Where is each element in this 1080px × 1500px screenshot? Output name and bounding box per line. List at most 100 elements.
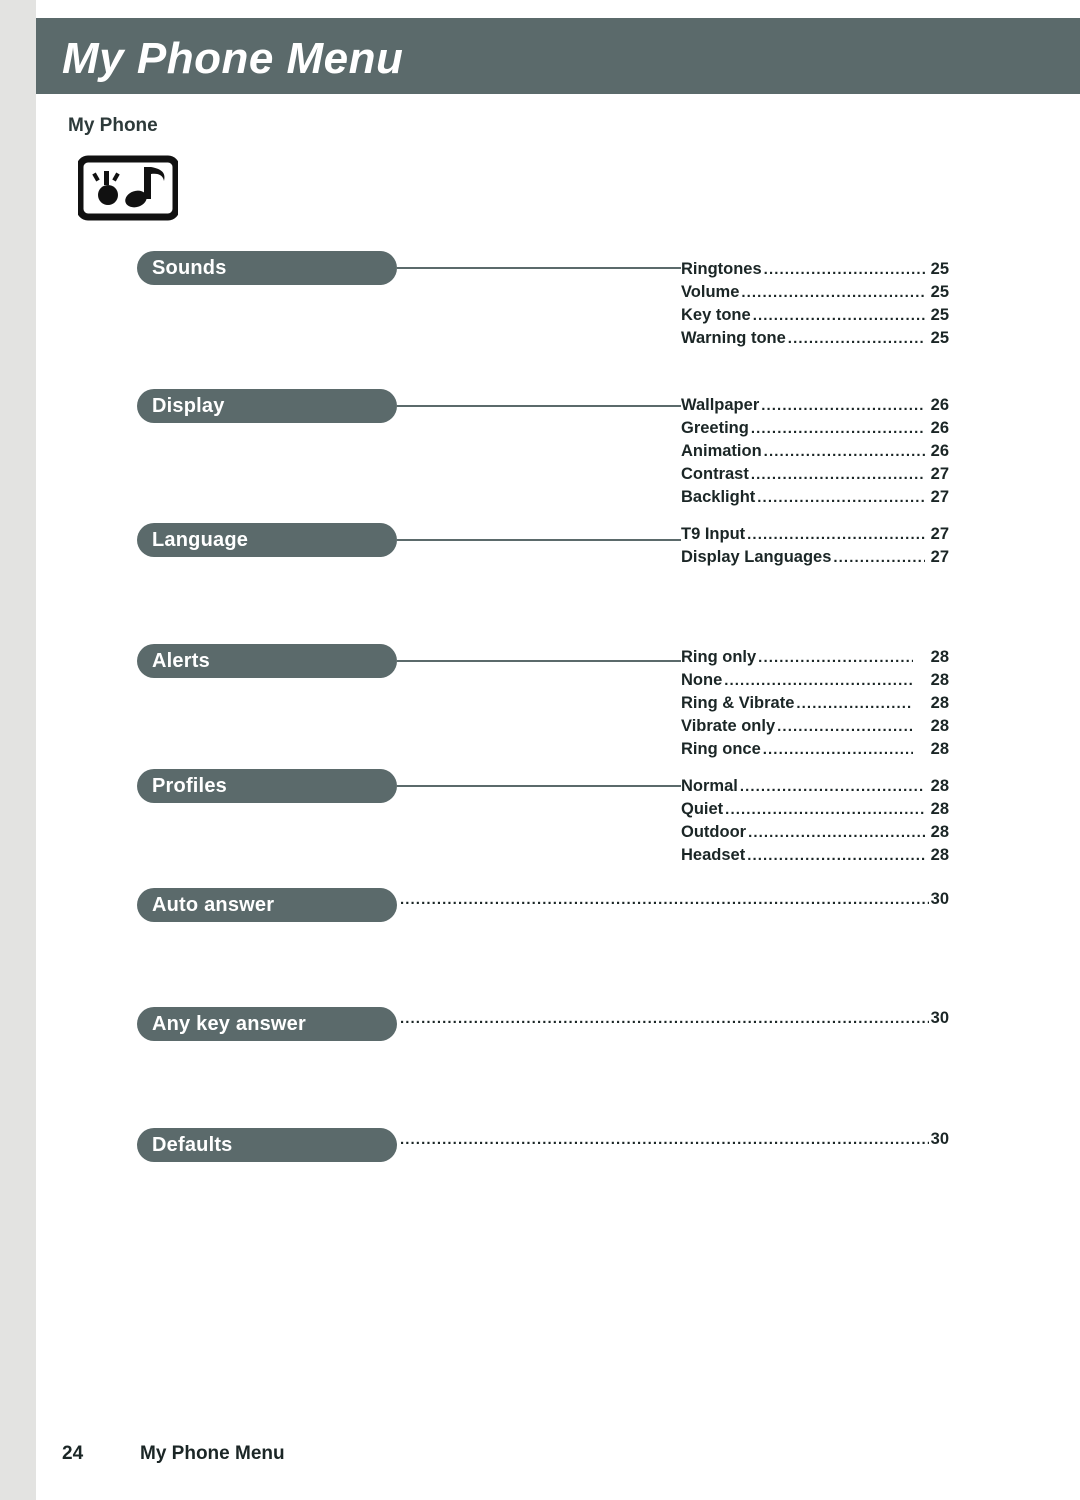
footer-title: My Phone Menu bbox=[140, 1443, 285, 1464]
submenu-item-label: T9 Input bbox=[681, 525, 746, 543]
leader-dots: ........................................… bbox=[400, 1010, 929, 1027]
submenu-item[interactable]: Volume .................................… bbox=[681, 283, 949, 306]
menu-pill-page: 30 bbox=[930, 890, 949, 908]
submenu-item[interactable]: Ring once ..............................… bbox=[681, 740, 949, 763]
submenu-item[interactable]: Headset ................................… bbox=[681, 846, 949, 869]
connector-line-display bbox=[397, 405, 681, 407]
submenu-item[interactable]: Greeting ...............................… bbox=[681, 419, 949, 442]
submenu-list-display: Wallpaper ..............................… bbox=[681, 396, 949, 511]
submenu-item-page: 28 bbox=[930, 846, 949, 864]
leader-row-auto-answer: ........................................… bbox=[400, 890, 949, 909]
submenu-item[interactable]: Warning tone ...........................… bbox=[681, 329, 949, 352]
leader-dots: ........................................… bbox=[724, 672, 913, 689]
submenu-list-profiles: Normal .................................… bbox=[681, 777, 949, 869]
menu-pill-display[interactable]: Display bbox=[137, 389, 397, 423]
leader-row-any-key-answer: ........................................… bbox=[400, 1009, 949, 1028]
leader-dots: ........................................… bbox=[400, 1131, 929, 1148]
menu-pill-auto-answer[interactable]: Auto answer bbox=[137, 888, 397, 922]
submenu-item-page: 28 bbox=[930, 800, 949, 818]
submenu-item-page: 25 bbox=[930, 283, 949, 301]
submenu-item[interactable]: Animation ..............................… bbox=[681, 442, 949, 465]
submenu-item-label: Quiet bbox=[681, 800, 724, 818]
leader-dots: ........................................… bbox=[763, 443, 925, 460]
menu-pill-defaults[interactable]: Defaults bbox=[137, 1128, 397, 1162]
submenu-item[interactable]: Vibrate only ...........................… bbox=[681, 717, 949, 740]
submenu-item-label: Greeting bbox=[681, 419, 749, 437]
submenu-item-label: Wallpaper bbox=[681, 396, 760, 414]
leader-dots: ........................................… bbox=[748, 824, 925, 841]
submenu-list-sounds: Ringtones ..............................… bbox=[681, 260, 949, 352]
menu-pill-page: 30 bbox=[930, 1009, 949, 1027]
submenu-list-language: T9 Input ...............................… bbox=[681, 525, 949, 571]
phone-with-note-icon bbox=[76, 155, 180, 221]
submenu-item-page: 26 bbox=[930, 396, 949, 414]
submenu-item-page: 28 bbox=[930, 671, 949, 689]
submenu-item[interactable]: Contrast ...............................… bbox=[681, 465, 949, 488]
submenu-item-page: 27 bbox=[930, 525, 949, 543]
submenu-item-page: 27 bbox=[930, 488, 949, 506]
leader-dots: ........................................… bbox=[741, 284, 925, 301]
submenu-item-label: Outdoor bbox=[681, 823, 747, 841]
submenu-item-page: 26 bbox=[930, 419, 949, 437]
leader-dots: ........................................… bbox=[757, 489, 925, 506]
menu-pill-any-key-answer[interactable]: Any key answer bbox=[137, 1007, 397, 1041]
menu-pill-label: Defaults bbox=[152, 1133, 233, 1156]
submenu-list-alerts: Ring only ..............................… bbox=[681, 648, 949, 763]
leader-dots: ........................................… bbox=[752, 307, 925, 324]
leader-dots: ........................................… bbox=[747, 847, 925, 864]
submenu-item-page: 28 bbox=[930, 648, 949, 666]
menu-pill-label: Auto answer bbox=[152, 893, 275, 916]
submenu-item-label: Display Languages bbox=[681, 548, 832, 566]
leader-dots: ........................................… bbox=[739, 778, 925, 795]
submenu-item-page: 27 bbox=[930, 465, 949, 483]
submenu-item[interactable]: Normal .................................… bbox=[681, 777, 949, 800]
menu-pill-alerts[interactable]: Alerts bbox=[137, 644, 397, 678]
connector-line-profiles bbox=[397, 785, 681, 787]
submenu-item-label: Ring only bbox=[681, 648, 757, 666]
menu-pill-profiles[interactable]: Profiles bbox=[137, 769, 397, 803]
submenu-item[interactable]: Ring only ..............................… bbox=[681, 648, 949, 671]
submenu-item-label: Warning tone bbox=[681, 329, 786, 347]
submenu-item-label: None bbox=[681, 671, 723, 689]
leader-dots: ........................................… bbox=[758, 649, 913, 666]
leader-dots: ........................................… bbox=[750, 466, 925, 483]
submenu-item[interactable]: Key tone ...............................… bbox=[681, 306, 949, 329]
submenu-item[interactable]: Display Languages ......................… bbox=[681, 548, 949, 571]
menu-pill-sounds[interactable]: Sounds bbox=[137, 251, 397, 285]
submenu-item[interactable]: T9 Input ...............................… bbox=[681, 525, 949, 548]
leader-dots: ........................................… bbox=[761, 397, 925, 414]
submenu-item-label: Volume bbox=[681, 283, 740, 301]
submenu-item-page: 25 bbox=[930, 329, 949, 347]
submenu-item[interactable]: Wallpaper ..............................… bbox=[681, 396, 949, 419]
submenu-item-page: 28 bbox=[930, 823, 949, 841]
submenu-item[interactable]: Quiet ..................................… bbox=[681, 800, 949, 823]
connector-line-alerts bbox=[397, 660, 681, 662]
submenu-item-label: Contrast bbox=[681, 465, 749, 483]
leader-dots: ........................................… bbox=[777, 718, 913, 735]
submenu-item-label: Ringtones bbox=[681, 260, 762, 278]
submenu-item-label: Ring & Vibrate bbox=[681, 694, 795, 712]
leader-dots: ........................................… bbox=[763, 261, 925, 278]
submenu-item-label: Backlight bbox=[681, 488, 756, 506]
menu-pill-label: Profiles bbox=[152, 774, 227, 797]
submenu-item-label: Animation bbox=[681, 442, 762, 460]
menu-pill-language[interactable]: Language bbox=[137, 523, 397, 557]
submenu-item[interactable]: Ring & Vibrate .........................… bbox=[681, 694, 949, 717]
section-subtitle: My Phone bbox=[68, 115, 158, 136]
leader-dots: ........................................… bbox=[725, 801, 925, 818]
footer-page-number: 24 bbox=[62, 1443, 84, 1464]
submenu-item-page: 28 bbox=[930, 717, 949, 735]
submenu-item[interactable]: None ...................................… bbox=[681, 671, 949, 694]
leader-dots: ........................................… bbox=[747, 526, 925, 543]
submenu-item-label: Key tone bbox=[681, 306, 751, 324]
submenu-item[interactable]: Backlight ..............................… bbox=[681, 488, 949, 511]
submenu-item-page: 26 bbox=[930, 442, 949, 460]
leader-dots: ........................................… bbox=[750, 420, 925, 437]
submenu-item[interactable]: Ringtones ..............................… bbox=[681, 260, 949, 283]
leader-dots: ........................................… bbox=[400, 891, 929, 908]
submenu-item-label: Vibrate only bbox=[681, 717, 776, 735]
submenu-item-page: 25 bbox=[930, 306, 949, 324]
leader-row-defaults: ........................................… bbox=[400, 1130, 949, 1149]
submenu-item[interactable]: Outdoor ................................… bbox=[681, 823, 949, 846]
submenu-item-page: 28 bbox=[930, 740, 949, 758]
